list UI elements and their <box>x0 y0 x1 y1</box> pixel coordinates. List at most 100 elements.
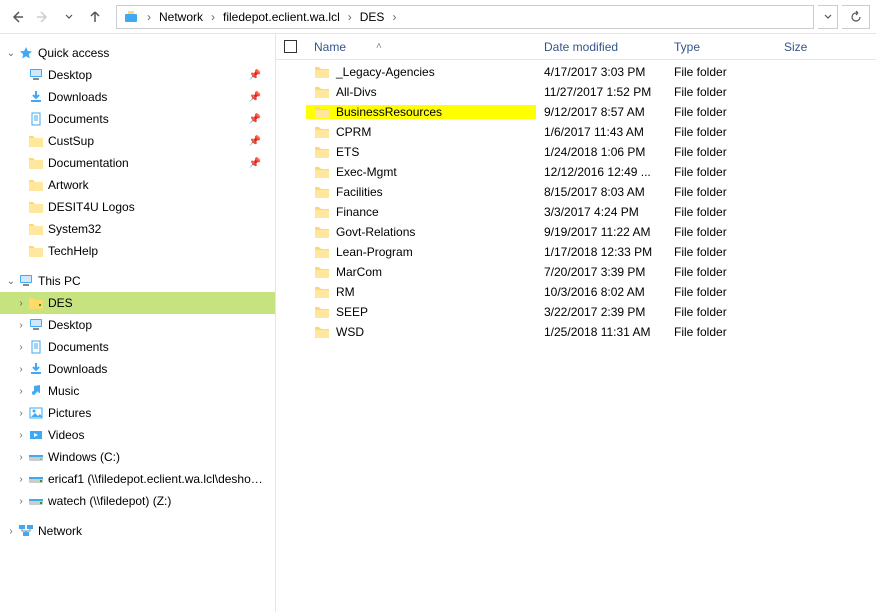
file-date: 11/27/2017 1:52 PM <box>536 85 666 99</box>
expand-icon[interactable]: › <box>14 428 28 442</box>
file-name-cell: Facilities <box>306 185 536 199</box>
up-button[interactable] <box>84 6 106 28</box>
breadcrumb-root[interactable] <box>117 6 145 28</box>
expand-icon[interactable]: › <box>14 450 28 464</box>
sidebar-item-documentation[interactable]: Documentation📌 <box>0 152 275 174</box>
tree-label: Pictures <box>48 406 91 420</box>
table-row[interactable]: Lean-Program1/17/2018 12:33 PMFile folde… <box>276 242 876 262</box>
breadcrumb-host[interactable]: filedepot.eclient.wa.lcl <box>217 6 346 28</box>
file-name-cell: Govt-Relations <box>306 225 536 239</box>
tree-label: DESIT4U Logos <box>48 200 135 214</box>
expand-icon[interactable]: › <box>14 494 28 508</box>
downloads-icon <box>28 361 44 377</box>
table-row[interactable]: Govt-Relations9/19/2017 11:22 AMFile fol… <box>276 222 876 242</box>
file-type: File folder <box>666 225 776 239</box>
table-row[interactable]: Finance3/3/2017 4:24 PMFile folder <box>276 202 876 222</box>
column-header-type[interactable]: Type <box>666 34 776 59</box>
chevron-right-icon[interactable]: › <box>390 10 398 24</box>
expand-icon[interactable]: › <box>14 318 28 332</box>
videos-icon <box>28 427 44 443</box>
address-bar[interactable]: › Network › filedepot.eclient.wa.lcl › D… <box>116 5 814 29</box>
tree-label: Network <box>38 524 82 538</box>
expand-icon[interactable]: › <box>14 296 28 310</box>
pin-icon: 📌 <box>249 158 267 169</box>
sidebar-item-windows-c-[interactable]: › Windows (C:) <box>0 446 275 468</box>
column-header-name[interactable]: Name ˄ <box>306 34 536 59</box>
sidebar-item-desktop[interactable]: ›Desktop <box>0 314 275 336</box>
sidebar-item-music[interactable]: ›Music <box>0 380 275 402</box>
tree-label: Downloads <box>48 362 107 376</box>
expand-icon[interactable]: › <box>14 406 28 420</box>
table-row[interactable]: _Legacy-Agencies4/17/2017 3:03 PMFile fo… <box>276 62 876 82</box>
sidebar-item-downloads[interactable]: › Downloads <box>0 358 275 380</box>
file-name: SEEP <box>336 305 368 319</box>
file-list: _Legacy-Agencies4/17/2017 3:03 PMFile fo… <box>276 60 876 612</box>
toolbar: › Network › filedepot.eclient.wa.lcl › D… <box>0 0 876 34</box>
collapse-icon[interactable]: ⌄ <box>4 274 18 288</box>
sidebar-item-downloads[interactable]: Downloads📌 <box>0 86 275 108</box>
breadcrumb-network[interactable]: Network <box>153 6 209 28</box>
sidebar-item-watech-filedepot-z-[interactable]: ›watech (\\filedepot) (Z:) <box>0 490 275 512</box>
back-button[interactable] <box>6 6 28 28</box>
file-name-cell: ETS <box>306 145 536 159</box>
file-date: 8/15/2017 8:03 AM <box>536 185 666 199</box>
breadcrumb-folder[interactable]: DES <box>354 6 391 28</box>
tree-label: System32 <box>48 222 101 236</box>
expand-icon[interactable]: › <box>14 362 28 376</box>
table-row[interactable]: WSD1/25/2018 11:31 AMFile folder <box>276 322 876 342</box>
sidebar-item-desit4u-logos[interactable]: DESIT4U Logos <box>0 196 275 218</box>
tree-label: Desktop <box>48 68 92 82</box>
select-all-checkbox[interactable] <box>276 34 306 59</box>
quick-access-node[interactable]: ⌄ Quick access <box>0 42 275 64</box>
table-row[interactable]: ETS1/24/2018 1:06 PMFile folder <box>276 142 876 162</box>
table-row[interactable]: MarCom7/20/2017 3:39 PMFile folder <box>276 262 876 282</box>
expand-icon[interactable]: › <box>14 340 28 354</box>
file-name-cell: _Legacy-Agencies <box>306 65 536 79</box>
folder-icon <box>314 266 330 279</box>
netdrive-icon <box>28 493 44 509</box>
pin-icon: 📌 <box>249 70 267 81</box>
sidebar-item-videos[interactable]: ›Videos <box>0 424 275 446</box>
sidebar-item-desktop[interactable]: Desktop 📌 <box>0 64 275 86</box>
table-row[interactable]: RM10/3/2016 8:02 AMFile folder <box>276 282 876 302</box>
column-header-date[interactable]: Date modified <box>536 34 666 59</box>
sidebar-item-artwork[interactable]: Artwork <box>0 174 275 196</box>
column-header-size[interactable]: Size <box>776 34 836 59</box>
sidebar-item-documents[interactable]: ›Documents <box>0 336 275 358</box>
file-name: RM <box>336 285 355 299</box>
file-date: 10/3/2016 8:02 AM <box>536 285 666 299</box>
sidebar-item-system32[interactable]: System32 <box>0 218 275 240</box>
network-node[interactable]: › Network <box>0 520 275 542</box>
expand-icon[interactable]: › <box>14 472 28 486</box>
sidebar-item-custsup[interactable]: CustSup📌 <box>0 130 275 152</box>
this-pc-node[interactable]: ⌄ This PC <box>0 270 275 292</box>
expand-icon[interactable]: › <box>4 524 18 538</box>
refresh-button[interactable] <box>842 5 870 29</box>
table-row[interactable]: All-Divs11/27/2017 1:52 PMFile folder <box>276 82 876 102</box>
address-history-dropdown[interactable] <box>818 5 838 29</box>
sidebar-item-ericaf1-filedepot-eclient-wa-lcl-deshome[interactable]: › ericaf1 (\\filedepot.eclient.wa.lcl\des… <box>0 468 275 490</box>
file-name: Lean-Program <box>336 245 413 259</box>
expand-icon[interactable]: › <box>14 384 28 398</box>
recent-dropdown[interactable] <box>58 6 80 28</box>
sidebar-item-documents[interactable]: Documents📌 <box>0 108 275 130</box>
tree-label: ericaf1 (\\filedepot.eclient.wa.lcl\desh… <box>48 472 267 486</box>
chevron-right-icon[interactable]: › <box>145 10 153 24</box>
table-row[interactable]: Facilities8/15/2017 8:03 AMFile folder <box>276 182 876 202</box>
table-row[interactable]: BusinessResources9/12/2017 8:57 AMFile f… <box>276 102 876 122</box>
sidebar-item-techhelp[interactable]: TechHelp <box>0 240 275 262</box>
table-row[interactable]: Exec-Mgmt12/12/2016 12:49 ...File folder <box>276 162 876 182</box>
sidebar-item-pictures[interactable]: › Pictures <box>0 402 275 424</box>
collapse-icon[interactable]: ⌄ <box>4 46 18 60</box>
file-date: 1/17/2018 12:33 PM <box>536 245 666 259</box>
table-row[interactable]: SEEP3/22/2017 2:39 PMFile folder <box>276 302 876 322</box>
chevron-right-icon[interactable]: › <box>346 10 354 24</box>
forward-button[interactable] <box>32 6 54 28</box>
star-icon <box>18 45 34 61</box>
tree-label: CustSup <box>48 134 94 148</box>
file-date: 1/25/2018 11:31 AM <box>536 325 666 339</box>
table-row[interactable]: CPRM1/6/2017 11:43 AMFile folder <box>276 122 876 142</box>
sidebar-item-des[interactable]: ›DES <box>0 292 275 314</box>
tree-label: Windows (C:) <box>48 450 120 464</box>
chevron-right-icon[interactable]: › <box>209 10 217 24</box>
